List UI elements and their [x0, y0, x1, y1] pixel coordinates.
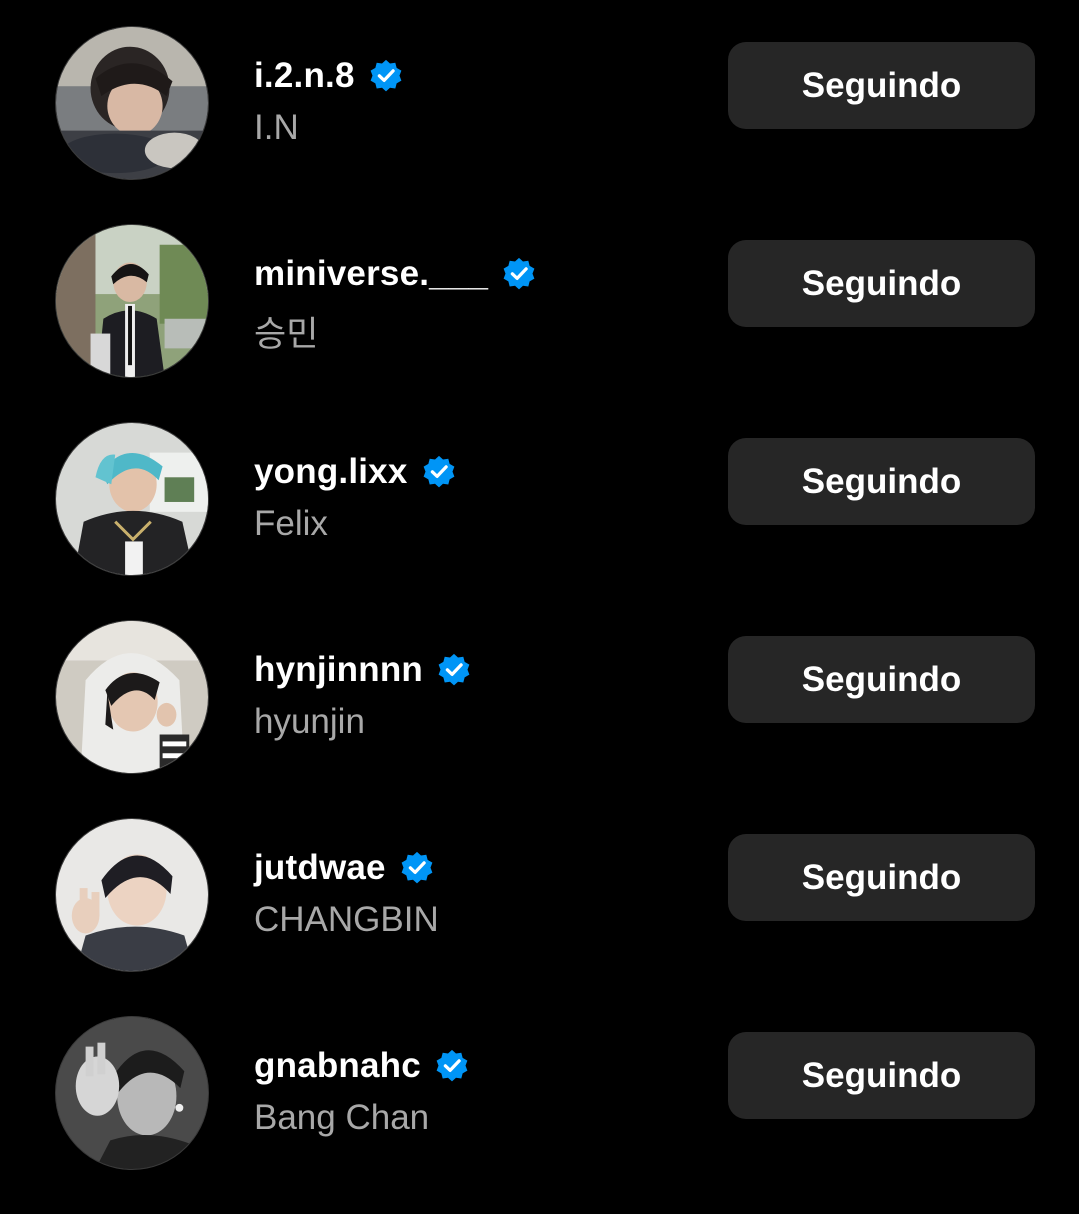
full-name: I.N [254, 108, 299, 147]
following-button[interactable]: Seguindo [728, 1032, 1035, 1119]
following-button[interactable]: Seguindo [728, 240, 1035, 327]
avatar-photo [56, 1017, 208, 1169]
username-row[interactable]: jutdwae [254, 846, 436, 890]
list-item: hynjinnnn hyunjin Seguindo [0, 620, 1079, 818]
username[interactable]: jutdwae [254, 848, 386, 888]
username-row[interactable]: hynjinnnn [254, 648, 473, 692]
full-name: hyunjin [254, 702, 365, 741]
verified-badge-icon [435, 651, 473, 689]
avatar-photo [56, 819, 208, 971]
verified-badge-icon [398, 849, 436, 887]
verified-badge-icon [420, 453, 458, 491]
following-button[interactable]: Seguindo [728, 438, 1035, 525]
list-item: miniverse.___ 승민 Seguindo [0, 224, 1079, 422]
avatar[interactable] [55, 1016, 209, 1170]
following-button[interactable]: Seguindo [728, 834, 1035, 921]
list-item: i.2.n.8 I.N Seguindo [0, 26, 1079, 224]
following-button[interactable]: Seguindo [728, 636, 1035, 723]
username-row[interactable]: i.2.n.8 [254, 54, 405, 98]
username-row[interactable]: yong.lixx [254, 450, 458, 494]
avatar[interactable] [55, 26, 209, 180]
verified-badge-icon [367, 57, 405, 95]
avatar[interactable] [55, 818, 209, 972]
full-name: Bang Chan [254, 1098, 430, 1137]
verified-badge-icon [433, 1047, 471, 1085]
username[interactable]: gnabnahc [254, 1046, 421, 1086]
avatar[interactable] [55, 620, 209, 774]
username-row[interactable]: miniverse.___ [254, 252, 538, 296]
verified-badge-icon [500, 255, 538, 293]
username-row[interactable]: gnabnahc [254, 1044, 471, 1088]
full-name: 승민 [254, 315, 319, 354]
following-button[interactable]: Seguindo [728, 42, 1035, 129]
avatar-photo [56, 27, 208, 179]
avatar-photo [56, 423, 208, 575]
username[interactable]: yong.lixx [254, 452, 408, 492]
list-item: gnabnahc Bang Chan Seguindo [0, 1016, 1079, 1214]
list-item: jutdwae CHANGBIN Seguindo [0, 818, 1079, 1016]
full-name: Felix [254, 504, 328, 543]
list-item: yong.lixx Felix Seguindo [0, 422, 1079, 620]
username[interactable]: miniverse.___ [254, 254, 488, 294]
username[interactable]: i.2.n.8 [254, 56, 355, 96]
avatar-photo [56, 225, 208, 377]
avatar-photo [56, 621, 208, 773]
username[interactable]: hynjinnnn [254, 650, 423, 690]
avatar[interactable] [55, 422, 209, 576]
full-name: CHANGBIN [254, 900, 439, 939]
avatar[interactable] [55, 224, 209, 378]
following-list: i.2.n.8 I.N Seguindo miniverse.___ 승민 Se… [0, 0, 1079, 1184]
